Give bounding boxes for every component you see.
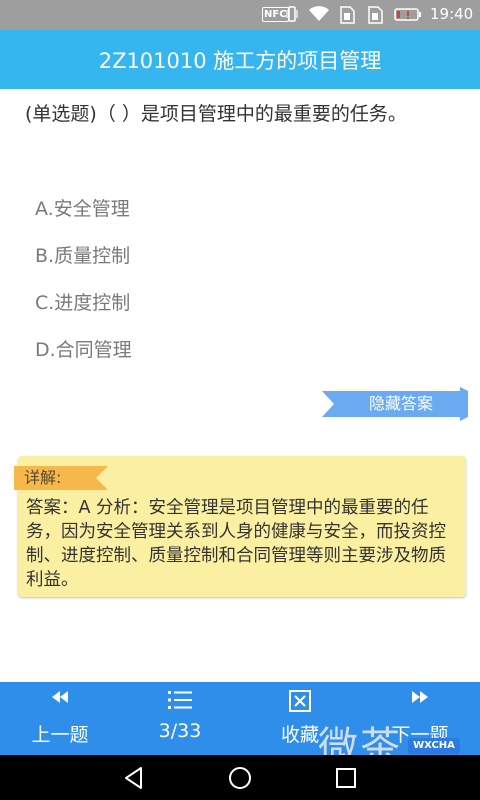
favorite-button[interactable]: 收藏 (240, 682, 360, 755)
hide-answer-label: 隐藏答案 (368, 394, 433, 413)
bottom-toolbar: 上一题 3/33 收藏 下一题 (0, 682, 480, 755)
favorite-label: 收藏 (280, 724, 319, 746)
system-nav-bar (0, 755, 480, 800)
question-list-button[interactable] (120, 682, 240, 755)
sim-card-1-icon (340, 6, 355, 24)
recent-apps-icon[interactable] (333, 765, 359, 791)
vibrate-icon (286, 6, 298, 22)
explanation-panel: 详解: 答案：A 分析：安全管理是项目管理中的最重要的任务，因为安全管理关系到人… (14, 456, 466, 597)
option-c[interactable]: C.进度控制 (35, 289, 335, 336)
back-icon[interactable] (121, 765, 147, 791)
battery-low-icon (394, 8, 421, 21)
explanation-tag-label: 详解: (24, 468, 62, 487)
status-time: 19:40 (430, 5, 474, 23)
explanation-tag: 详解: (14, 466, 108, 490)
question-text: (单选题)（ ）是项目管理中的最重要的任务。 (25, 103, 407, 125)
hide-answer-button[interactable]: 隐藏答案 (322, 387, 468, 421)
fast-forward-icon (412, 691, 428, 703)
option-a[interactable]: A.安全管理 (35, 195, 335, 242)
prev-question-button[interactable]: 上一题 (0, 682, 120, 755)
rewind-icon (52, 691, 68, 703)
explanation-text: 答案：A 分析：安全管理是项目管理中的最重要的任务，因为安全管理关系到人身的健康… (26, 498, 446, 590)
prev-question-label: 上一题 (31, 724, 89, 746)
nfc-icon: NFC (262, 7, 289, 22)
option-b[interactable]: B.质量控制 (35, 242, 335, 289)
status-bar: NFC 19:40 (0, 0, 480, 30)
next-question-label: 下一题 (391, 724, 449, 746)
home-icon[interactable] (227, 765, 253, 791)
option-d[interactable]: D.合同管理 (35, 336, 335, 383)
options-list: A.安全管理 B.质量控制 C.进度控制 D.合同管理 (35, 195, 335, 383)
next-question-button[interactable]: 下一题 (360, 682, 480, 755)
sim-card-2-icon (368, 6, 383, 24)
list-icon (168, 691, 192, 709)
close-box-icon (289, 690, 311, 712)
page-title: 2Z101010 施工方的项目管理 (0, 30, 480, 89)
wifi-icon (309, 6, 329, 21)
page-indicator: 3/33 (158, 720, 202, 742)
